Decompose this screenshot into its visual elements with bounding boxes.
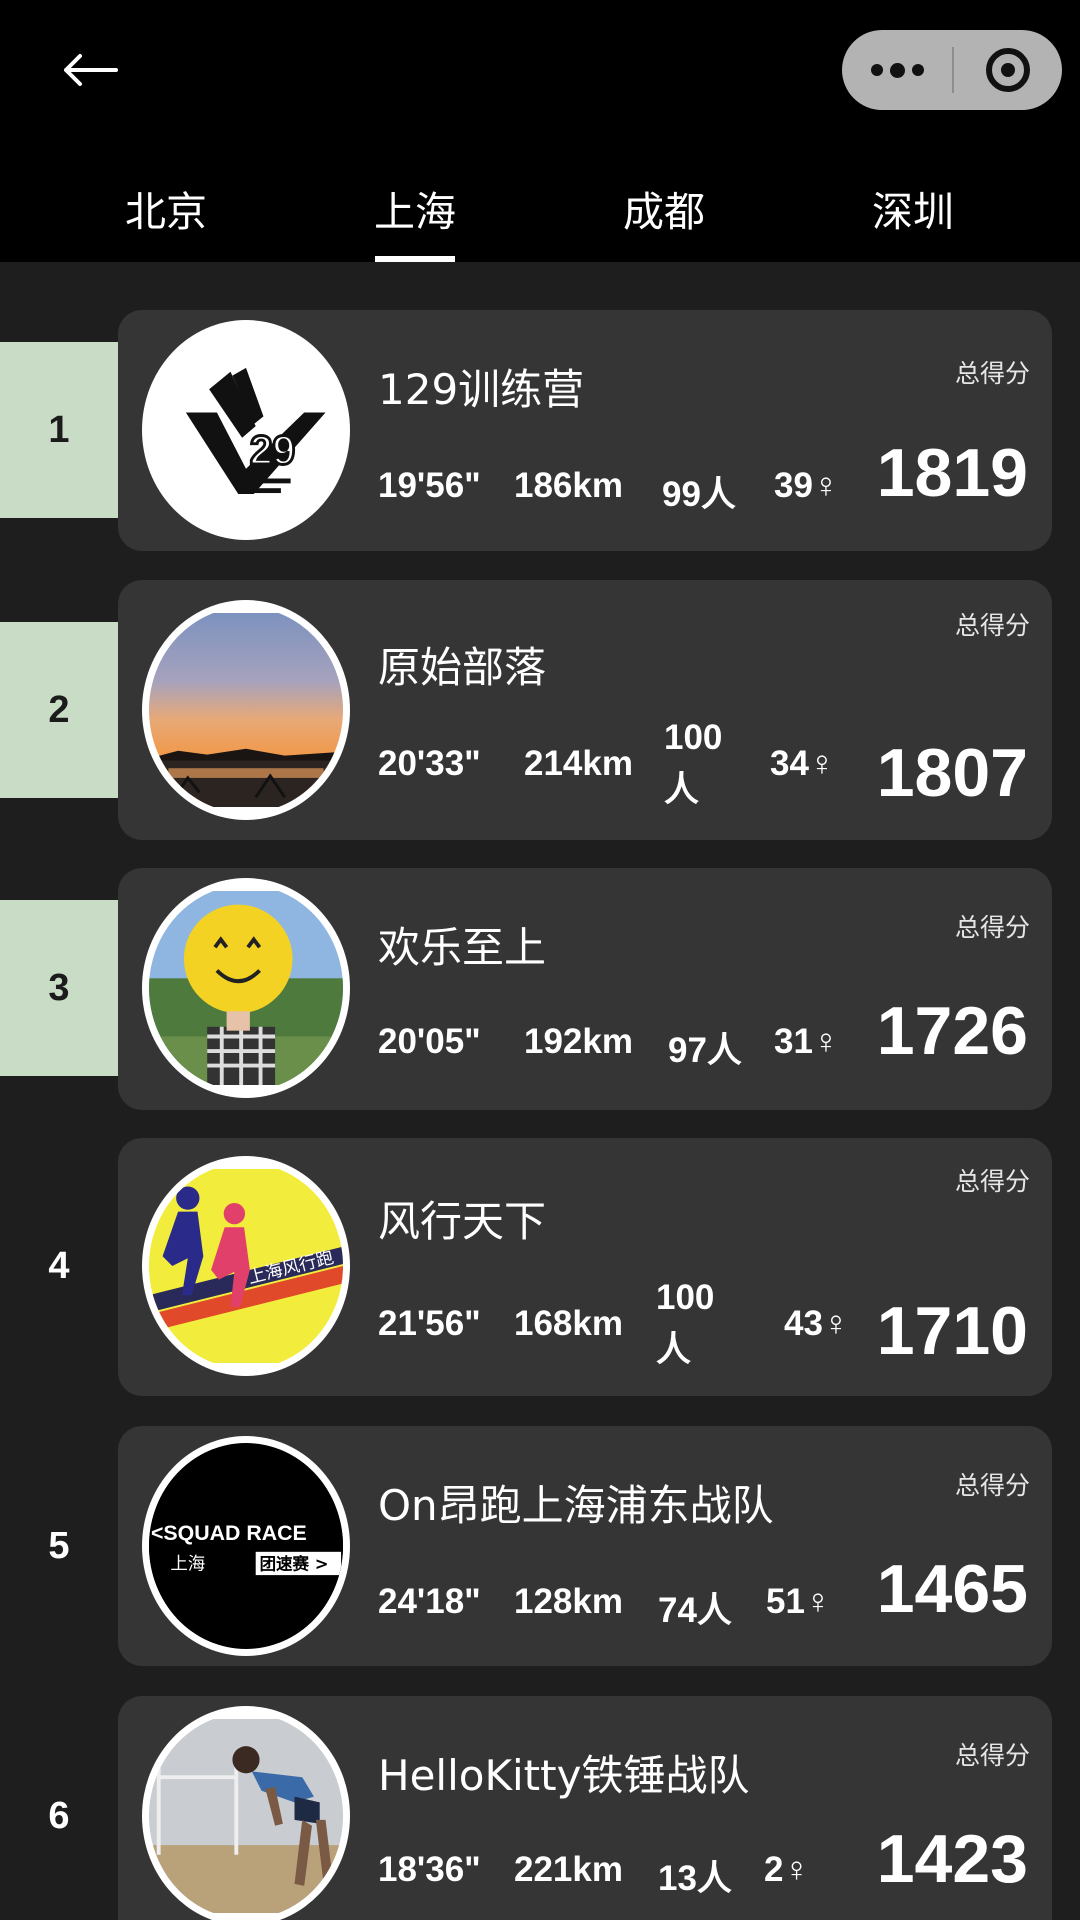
- distance: 192km: [524, 1022, 633, 1061]
- score-label: 总得分: [954, 913, 1030, 942]
- distance: 168km: [514, 1304, 623, 1343]
- tab-shenzhen[interactable]: 深圳: [823, 180, 1003, 262]
- team-name: 129训练营: [378, 365, 585, 414]
- team-name: HelloKitty铁锤战队: [378, 1751, 750, 1800]
- more-dots-icon[interactable]: [842, 30, 952, 110]
- team-name: On昂跑上海浦东战队: [378, 1481, 774, 1530]
- people-count: 74人: [658, 1591, 732, 1630]
- score-label: 总得分: [954, 359, 1030, 388]
- rank-number: 5: [48, 1524, 70, 1567]
- female-count: 31♀: [774, 1022, 840, 1061]
- distance: 214km: [524, 744, 633, 783]
- rank-number: 2: [0, 622, 118, 798]
- fengxing-runners-logo-icon: 上海风行跑: [149, 1169, 343, 1363]
- pace: 24'18": [378, 1582, 481, 1621]
- mini-program-capsule: [842, 30, 1062, 110]
- total-score: 1423: [876, 1821, 1028, 1897]
- team-name: 欢乐至上: [378, 923, 547, 972]
- tab-chengdu[interactable]: 成都: [574, 180, 754, 262]
- top-bar: 北京 上海 成都 深圳: [0, 0, 1080, 262]
- total-score: 1726: [876, 993, 1028, 1069]
- smiley-balloon-photo-icon: [149, 891, 343, 1085]
- pace: 21'56": [378, 1304, 481, 1343]
- people-count: 97人: [668, 1031, 742, 1070]
- svg-text:29: 29: [250, 427, 295, 473]
- target-circle-icon[interactable]: [954, 30, 1062, 110]
- runner-photo-icon: [149, 1719, 343, 1913]
- team-avatar: 上海风行跑: [142, 1156, 350, 1376]
- total-score: 1807: [876, 735, 1028, 811]
- team-avatar: [142, 878, 350, 1098]
- team-avatar: [142, 1706, 350, 1920]
- rank-number: 3: [0, 900, 118, 1076]
- team-129-logo-icon: 29: [149, 333, 343, 527]
- score-label: 总得分: [954, 611, 1030, 640]
- team-card[interactable]: HelloKitty铁锤战队 总得分 18'36" 221km 13人 2♀ 1…: [118, 1696, 1052, 1920]
- rank-number: 6: [48, 1794, 70, 1837]
- people-count: 13人: [658, 1859, 732, 1898]
- people-count: 100人: [656, 1278, 715, 1369]
- team-avatar: <SQUAD RACE 上海 团速赛 >: [142, 1436, 350, 1656]
- female-count: 43♀: [784, 1304, 850, 1343]
- tuan-su-sai-text: 团速赛 >: [260, 1553, 329, 1573]
- total-score: 1710: [876, 1293, 1028, 1369]
- team-card[interactable]: 欢乐至上 总得分 20'05" 192km 97人 31♀ 1726: [118, 868, 1052, 1110]
- team-name: 风行天下: [378, 1197, 547, 1246]
- female-count: 2♀: [764, 1850, 810, 1889]
- team-card[interactable]: 29 129训练营 总得分 19'56" 186km 99人 39♀ 1819: [118, 310, 1052, 551]
- pace: 20'05": [378, 1022, 481, 1061]
- rank-number: 1: [0, 342, 118, 518]
- shanghai-text: 上海: [170, 1554, 205, 1574]
- team-card[interactable]: <SQUAD RACE 上海 团速赛 > On昂跑上海浦东战队 总得分 24'1…: [118, 1426, 1052, 1666]
- team-avatar: 29: [142, 320, 350, 540]
- city-tabs: 北京 上海 成都 深圳: [0, 180, 1080, 262]
- distance: 221km: [514, 1850, 623, 1889]
- back-button[interactable]: [55, 40, 125, 100]
- tab-beijing[interactable]: 北京: [76, 180, 256, 262]
- team-card[interactable]: 上海风行跑 风行天下 总得分 21'56" 168km 100人 43♀ 171…: [118, 1138, 1052, 1396]
- total-score: 1465: [876, 1551, 1028, 1627]
- team-avatar: [142, 600, 350, 820]
- pace: 20'33": [378, 744, 481, 783]
- team-name: 原始部落: [378, 643, 547, 692]
- sunset-photo-icon: [149, 613, 343, 807]
- people-count: 99人: [662, 475, 736, 514]
- distance: 186km: [514, 466, 623, 505]
- female-count: 51♀: [766, 1582, 832, 1621]
- distance: 128km: [514, 1582, 623, 1621]
- squad-race-logo-icon: <SQUAD RACE 上海 团速赛 >: [149, 1449, 343, 1643]
- team-card[interactable]: 原始部落 总得分 20'33" 214km 100人 34♀ 1807: [118, 580, 1052, 840]
- tab-shanghai[interactable]: 上海: [325, 180, 505, 262]
- people-count: 100人: [664, 718, 723, 809]
- pace: 18'36": [378, 1850, 481, 1889]
- pace: 19'56": [378, 466, 481, 505]
- female-count: 34♀: [770, 744, 836, 783]
- rank-number: 4: [48, 1244, 70, 1287]
- squad-race-text: <SQUAD RACE: [151, 1521, 307, 1545]
- score-label: 总得分: [954, 1471, 1030, 1500]
- back-arrow-icon: [64, 54, 118, 86]
- total-score: 1819: [876, 435, 1028, 511]
- score-label: 总得分: [954, 1167, 1030, 1196]
- score-label: 总得分: [954, 1741, 1030, 1770]
- female-count: 39♀: [774, 466, 840, 505]
